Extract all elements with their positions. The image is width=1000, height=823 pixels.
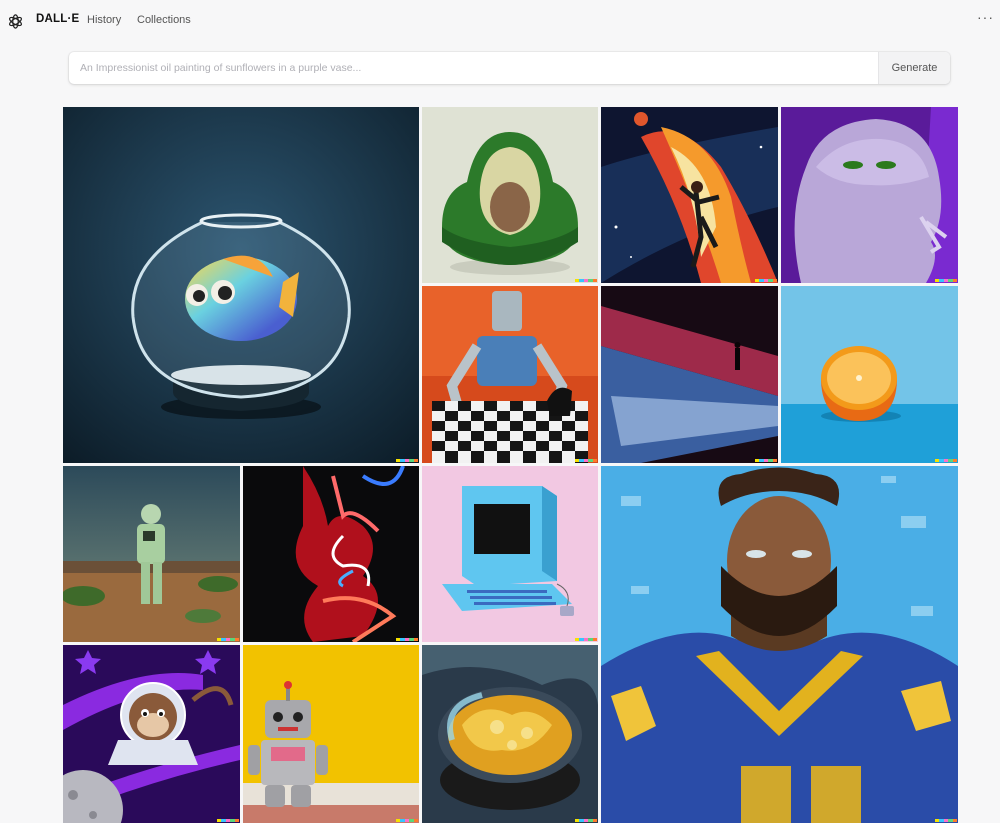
dalle-signature bbox=[935, 459, 958, 462]
nav-collections-link[interactable]: Collections bbox=[137, 14, 191, 26]
gallery-image-neon-face[interactable] bbox=[243, 466, 419, 642]
gallery-image-purple-monster[interactable] bbox=[781, 107, 958, 283]
dalle-signature bbox=[396, 638, 419, 641]
gallery-image-avocado-chair[interactable] bbox=[422, 107, 598, 283]
gallery-image-dune-figure[interactable] bbox=[601, 286, 778, 463]
gallery-image-football-player[interactable] bbox=[601, 466, 958, 823]
dalle-signature bbox=[217, 819, 240, 822]
generate-button[interactable]: Generate bbox=[878, 52, 950, 84]
gallery-image-soup-bowl[interactable] bbox=[422, 645, 598, 823]
brand-name[interactable]: DALL·E bbox=[36, 13, 79, 25]
gallery-image-toy-robot[interactable] bbox=[243, 645, 419, 823]
prompt-bar: Generate bbox=[69, 52, 950, 84]
dalle-signature bbox=[755, 459, 778, 462]
dalle-signature bbox=[755, 279, 778, 282]
prompt-input[interactable] bbox=[69, 52, 878, 84]
dalle-signature bbox=[217, 638, 240, 641]
dalle-signature bbox=[935, 819, 958, 822]
gallery-image-orange[interactable] bbox=[781, 286, 958, 463]
gallery-image-robot-chess[interactable] bbox=[422, 286, 598, 463]
gallery-image-astronaut[interactable] bbox=[63, 466, 240, 642]
dalle-signature bbox=[396, 819, 419, 822]
image-gallery bbox=[63, 107, 958, 823]
dalle-signature bbox=[575, 279, 598, 282]
dalle-signature bbox=[575, 819, 598, 822]
dalle-signature bbox=[935, 279, 958, 282]
openai-logo-icon[interactable] bbox=[7, 13, 24, 30]
top-nav-bar: DALL·E History Collections ··· bbox=[0, 0, 1000, 42]
gallery-image-fishbowl[interactable] bbox=[63, 107, 419, 463]
dalle-signature bbox=[575, 459, 598, 462]
dalle-signature bbox=[575, 638, 598, 641]
gallery-image-space-dunk[interactable] bbox=[601, 107, 778, 283]
gallery-image-space-monkey[interactable] bbox=[63, 645, 240, 823]
dalle-signature bbox=[396, 459, 419, 462]
gallery-image-retro-computer[interactable] bbox=[422, 466, 598, 642]
ellipsis-icon[interactable]: ··· bbox=[977, 9, 994, 25]
nav-history-link[interactable]: History bbox=[87, 14, 121, 26]
